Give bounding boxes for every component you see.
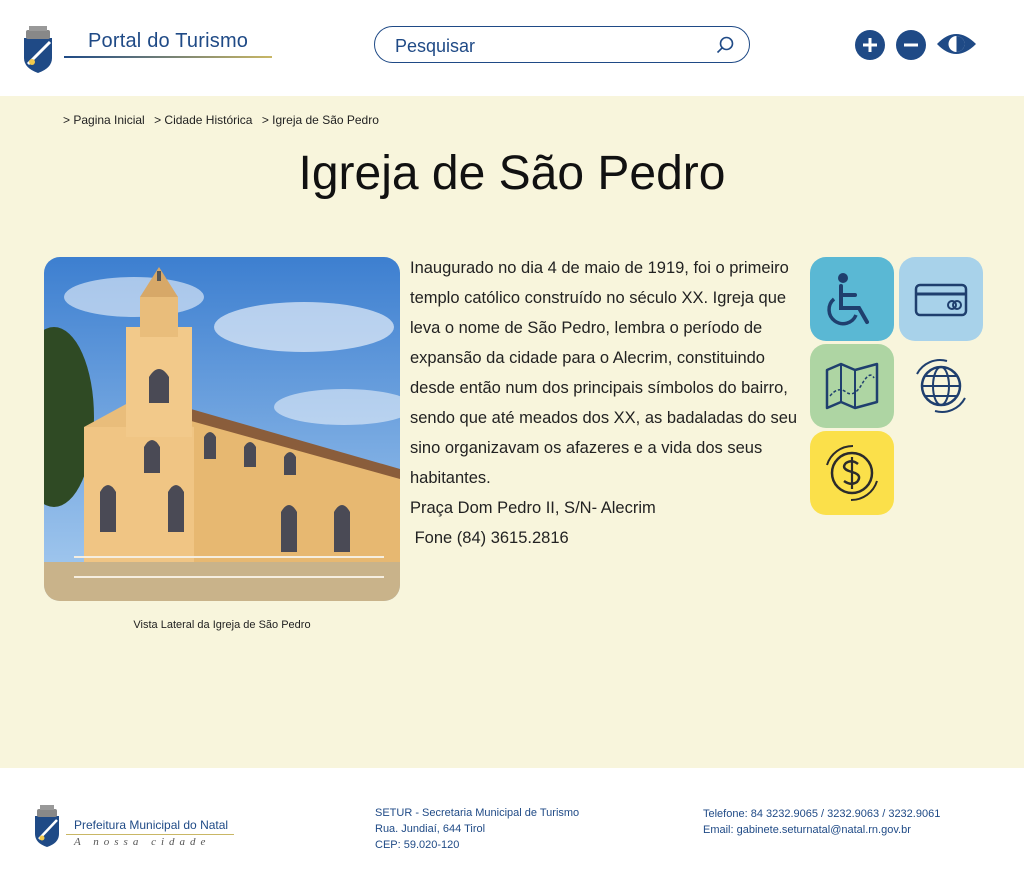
increase-font-button[interactable] [855,30,885,60]
page-title: Igreja de São Pedro [298,147,726,200]
search-box[interactable] [374,26,750,63]
card-payment-amenity [899,257,983,341]
photo-caption: Vista Lateral da Igreja de São Pedro [133,619,311,631]
globe-icon [916,359,966,413]
footer-email[interactable]: Email: gabinete.seturnatal@natal.rn.gov.… [703,822,940,838]
credit-card-icon [914,283,968,317]
footer-underline [66,834,234,835]
search-input[interactable] [393,33,697,59]
footer-contact: Telefone: 84 3232.9065 / 3232.9063 / 323… [703,806,940,838]
map-amenity [810,344,894,428]
breadcrumb: > Pagina Inicial > Cidade Histórica > Ig… [63,113,385,127]
phone-text: Fone (84) 3615.2816 [410,529,569,547]
church-photo [44,257,400,601]
currency-exchange-amenity [810,431,894,515]
footer-tagline: A nossa cidade [74,836,211,848]
language-amenity [899,344,983,428]
contrast-eye-icon[interactable] [936,30,977,58]
accessibility-amenity [810,257,894,341]
footer-phone: Telefone: 84 3232.9065 / 3232.9063 / 323… [703,808,941,820]
minus-icon [904,43,918,47]
site-footer: Prefeitura Municipal do Natal A nossa ci… [0,768,1024,886]
site-header: Portal do Turismo [0,0,1024,96]
breadcrumb-current: > Igreja de São Pedro [261,113,379,127]
breadcrumb-home[interactable]: > Pagina Inicial [63,113,145,127]
plus-icon [863,38,877,52]
footer-org-name: Prefeitura Municipal do Natal [74,818,229,832]
breadcrumb-historic-city[interactable]: > Cidade Histórica [154,113,252,127]
decrease-font-button[interactable] [896,30,926,60]
attraction-description: Inaugurado no dia 4 de maio de 1919, foi… [410,253,810,553]
title-underline [64,56,272,58]
footer-address-line: CEP: 59.020-120 [375,839,460,851]
portal-title[interactable]: Portal do Turismo [88,30,248,53]
main-content: > Pagina Inicial > Cidade Histórica > Ig… [0,96,1024,768]
footer-address: SETUR - Secretaria Municipal de Turismo … [375,805,579,853]
footer-address-line: SETUR - Secretaria Municipal de Turismo [375,807,580,819]
wheelchair-icon [827,273,869,326]
description-text: Inaugurado no dia 4 de maio de 1919, foi… [410,259,798,487]
prefeitura-crest-logo[interactable] [32,804,62,848]
map-icon [825,362,879,410]
search-icon[interactable] [715,35,735,55]
city-crest-logo[interactable] [20,24,56,74]
address-text: Praça Dom Pedro II, S/N- Alecrim [410,499,656,517]
footer-address-line: Rua. Jundiaí, 644 Tirol [375,823,486,835]
money-icon [826,444,878,502]
